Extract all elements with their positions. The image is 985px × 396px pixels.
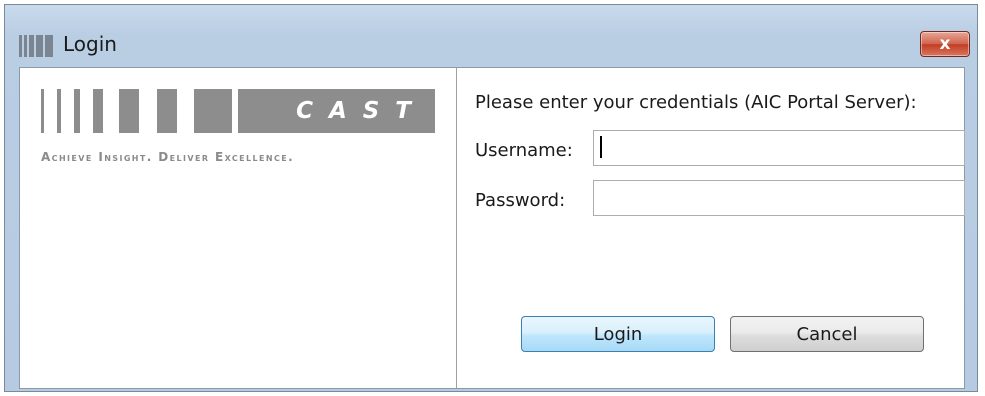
branding-panel: CAST Achieve Insight. Deliver Excellence… (20, 68, 457, 388)
close-button[interactable]: x (920, 31, 970, 57)
cast-logo-word: CAST (238, 89, 435, 133)
login-dialog: Login x CAST Achieve Insight. Deliver Ex… (4, 4, 978, 392)
app-logo-icon (19, 35, 55, 57)
login-button[interactable]: Login (521, 316, 715, 352)
credentials-prompt: Please enter your credentials (AIC Porta… (475, 92, 917, 113)
text-cursor (600, 136, 602, 158)
password-label: Password: (475, 190, 566, 211)
window-title: Login (63, 32, 117, 56)
username-label: Username: (475, 140, 573, 161)
password-input[interactable] (593, 180, 965, 216)
username-input[interactable] (593, 130, 965, 166)
cancel-button[interactable]: Cancel (730, 316, 924, 352)
title-bar[interactable]: Login x (5, 5, 977, 67)
dialog-content: CAST Achieve Insight. Deliver Excellence… (19, 67, 965, 389)
close-icon: x (939, 34, 951, 54)
credentials-panel: Please enter your credentials (AIC Porta… (457, 68, 965, 388)
logo-tagline: Achieve Insight. Deliver Excellence. (41, 150, 295, 164)
